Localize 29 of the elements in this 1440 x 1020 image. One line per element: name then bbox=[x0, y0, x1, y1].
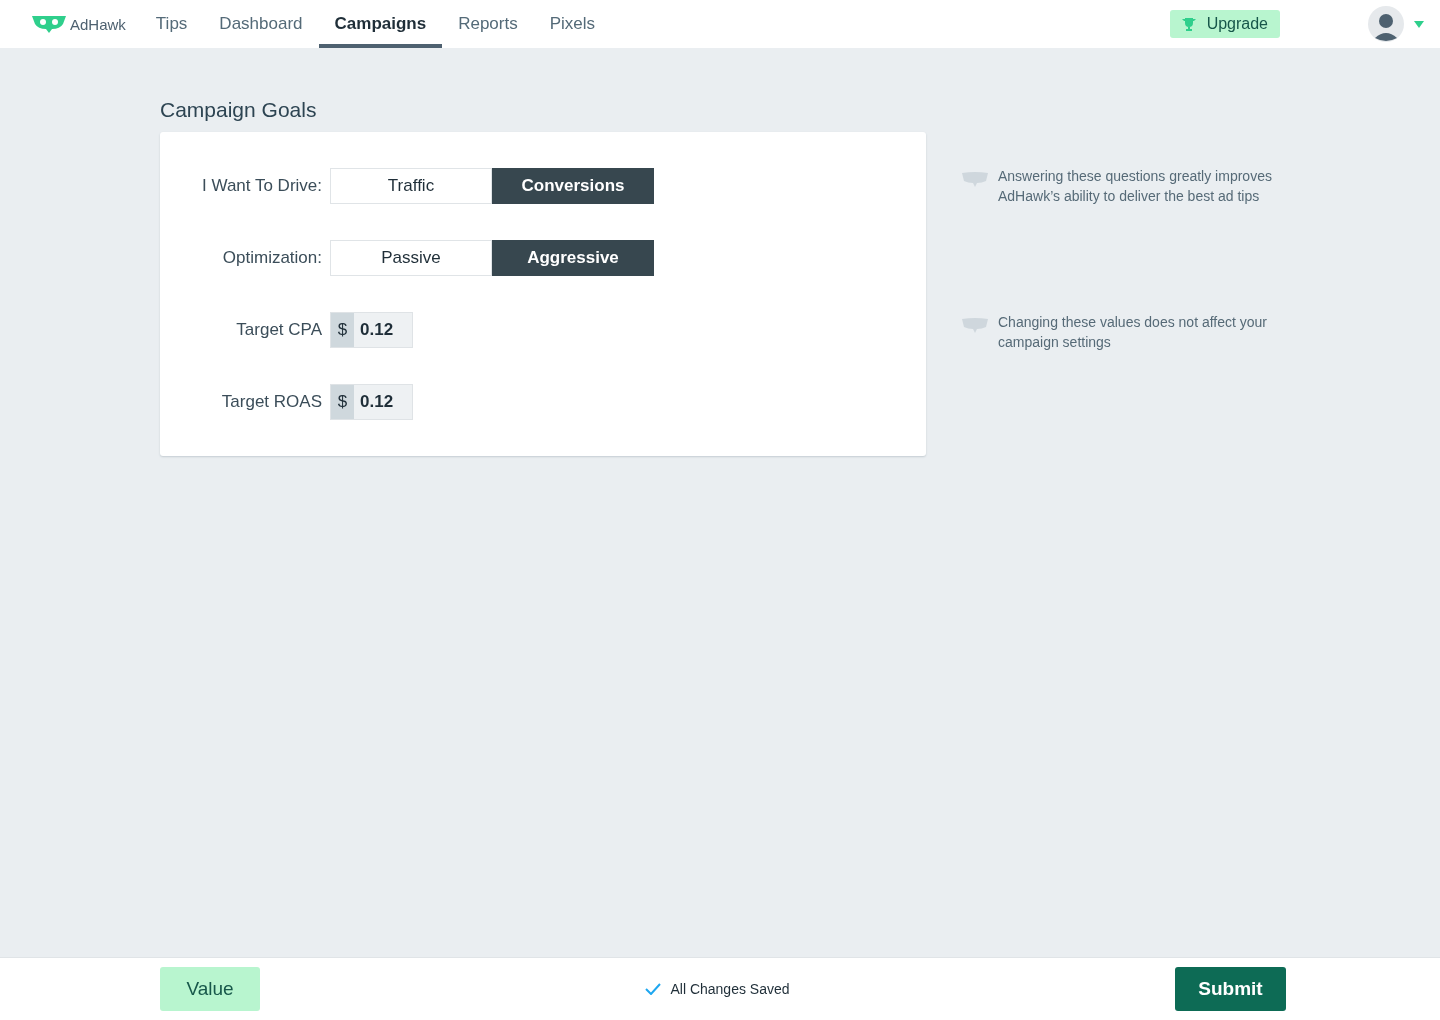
toggle-option[interactable]: Traffic bbox=[330, 168, 492, 204]
value-button[interactable]: Value bbox=[160, 967, 260, 1011]
nav-tab[interactable]: Pixels bbox=[533, 0, 612, 48]
speech-bubble-icon bbox=[962, 171, 988, 187]
currency-field[interactable]: $ 0.12 bbox=[330, 312, 413, 348]
nav-tab[interactable]: Tips bbox=[139, 0, 204, 48]
field-label: Target CPA bbox=[235, 320, 323, 340]
field-label: I Want To Drive: bbox=[201, 176, 323, 196]
upgrade-button[interactable]: Upgrade bbox=[1169, 10, 1280, 38]
avatar-icon[interactable] bbox=[1368, 6, 1404, 42]
field-label: Target ROAS bbox=[220, 392, 323, 412]
page-title: Campaign Goals bbox=[160, 98, 318, 122]
trophy-icon bbox=[1181, 17, 1196, 31]
checkmark-icon bbox=[645, 983, 662, 995]
toggle-option[interactable]: Passive bbox=[330, 240, 492, 276]
nav-tab[interactable]: Dashboard bbox=[203, 0, 319, 48]
tip-text: Changing these values does not affect your campaign settings bbox=[998, 313, 1269, 352]
brand-name[interactable]: AdHawk bbox=[70, 15, 126, 33]
currency-field[interactable]: $ 0.12 bbox=[330, 384, 413, 420]
owl-logo-icon bbox=[32, 15, 66, 33]
save-status: All Changes Saved bbox=[670, 981, 790, 997]
submit-button[interactable]: Submit bbox=[1175, 967, 1286, 1011]
toggle-option[interactable]: Aggressive bbox=[492, 240, 654, 276]
nav-tab[interactable]: Campaigns bbox=[318, 0, 443, 48]
speech-bubble-icon bbox=[962, 317, 988, 333]
nav-tab[interactable]: Reports bbox=[442, 0, 534, 48]
field-label: Optimization: bbox=[221, 248, 323, 268]
tip-text: Answering these questions greatly improves AdHawk’s ability to deliver the best ad tips bbox=[998, 167, 1273, 206]
toggle-option[interactable]: Conversions bbox=[492, 168, 654, 204]
